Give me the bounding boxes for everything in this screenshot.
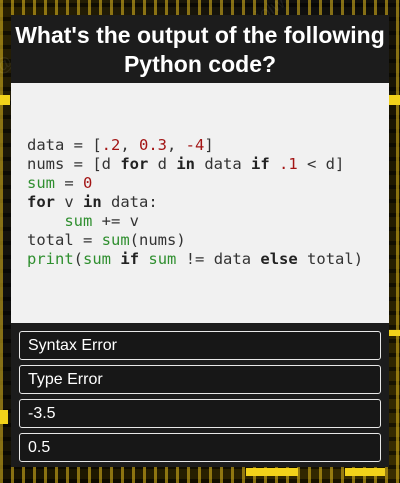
code-token: , xyxy=(167,136,186,154)
code-token: = xyxy=(55,174,83,192)
code-number: .1 xyxy=(279,155,298,173)
code-builtin: sum xyxy=(27,174,55,192)
code-keyword: in xyxy=(176,155,195,173)
code-builtin: sum xyxy=(64,212,93,230)
code-token: ] xyxy=(204,136,214,154)
code-token: (nums) xyxy=(129,231,186,249)
code-keyword: for xyxy=(120,155,149,173)
circuit-pad xyxy=(0,410,8,424)
code-builtin: sum xyxy=(148,250,177,268)
code-token: += v xyxy=(92,212,139,230)
circuit-pad xyxy=(0,95,10,105)
code-token: data = [ xyxy=(27,136,102,154)
circuit-pad xyxy=(345,468,385,476)
quiz-card: What's the output of the following Pytho… xyxy=(11,15,389,467)
code-number: 0 xyxy=(83,174,93,192)
code-token: data: xyxy=(101,193,158,211)
code-number: .2 xyxy=(101,136,121,154)
code-keyword: else xyxy=(260,250,298,268)
code-token: nums = [d xyxy=(27,155,121,173)
answer-option-syntax-error[interactable]: Syntax Error xyxy=(19,331,381,360)
code-builtin: sum xyxy=(101,231,130,249)
answer-option-minus-3-5[interactable]: -3.5 xyxy=(19,399,381,428)
answer-option-type-error[interactable]: Type Error xyxy=(19,365,381,394)
code-listing: data = [.2, 0.3, -4] nums = [d for d in … xyxy=(27,136,363,269)
circuit-pad xyxy=(389,330,400,336)
code-token: v xyxy=(55,193,83,211)
quiz-title-line1: What's the output of the following xyxy=(15,22,385,48)
answer-options: Syntax Error Type Error -3.5 0.5 xyxy=(19,331,381,467)
quiz-title-line2: Python code? xyxy=(123,51,277,77)
code-builtin: sum xyxy=(83,250,112,268)
code-token: < d] xyxy=(297,155,345,173)
code-keyword: in xyxy=(83,193,102,211)
code-token: data xyxy=(195,155,251,173)
code-token: d xyxy=(148,155,177,173)
code-number: -4 xyxy=(185,136,205,154)
circuit-pad xyxy=(246,468,298,476)
code-token: != data xyxy=(176,250,261,268)
code-block: data = [.2, 0.3, -4] nums = [d for d in … xyxy=(11,83,389,323)
code-number: 0.3 xyxy=(139,136,167,154)
code-keyword: if xyxy=(251,155,270,173)
quiz-title: What's the output of the following Pytho… xyxy=(11,21,389,79)
code-builtin: print xyxy=(27,250,74,268)
code-keyword: if xyxy=(120,250,140,268)
code-keyword: for xyxy=(27,193,55,211)
code-token: , xyxy=(120,136,139,154)
code-token: total) xyxy=(297,250,364,268)
code-token: ( xyxy=(73,250,84,268)
answer-option-0-5[interactable]: 0.5 xyxy=(19,433,381,462)
circuit-pad xyxy=(389,95,400,105)
code-token: total = xyxy=(27,231,102,249)
